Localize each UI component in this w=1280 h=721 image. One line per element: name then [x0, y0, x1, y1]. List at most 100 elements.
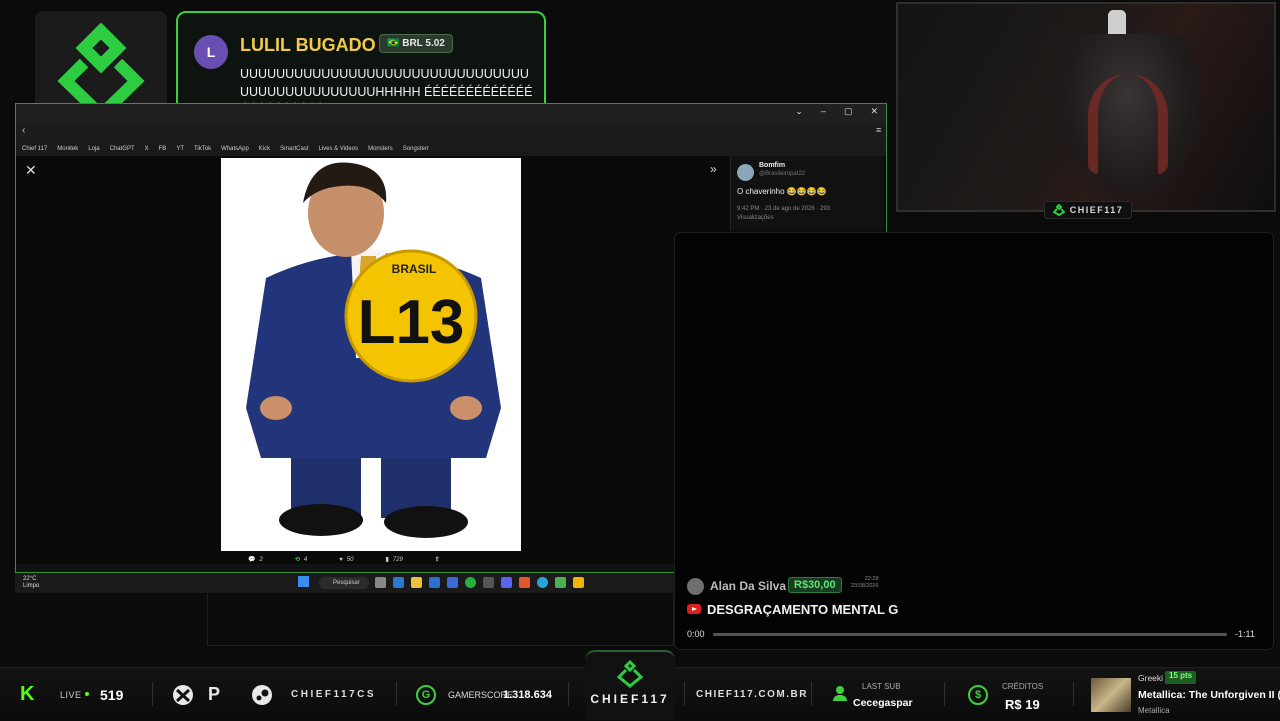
file-explorer-icon[interactable] [411, 577, 422, 588]
browser-titlebar: ⌄ – ▢ ✕ [16, 104, 886, 122]
song-title: Metallica: The Unforgiven II ( [1138, 689, 1280, 701]
share-button[interactable]: ⇧ [435, 556, 440, 563]
kick-icon: K [20, 683, 35, 705]
bookmark-item[interactable]: X [145, 146, 149, 152]
playback-position: 0:00 [687, 629, 705, 639]
brave-icon[interactable] [519, 577, 530, 588]
reply-icon: 💬 [248, 557, 256, 563]
minimize-icon[interactable]: – [821, 106, 826, 117]
playback-remaining: -1:11 [1235, 629, 1255, 639]
app-icon[interactable] [483, 577, 494, 588]
heart-icon: ♥ [339, 556, 343, 563]
bookmark-item[interactable]: SmartCast [280, 146, 308, 152]
menu-icon[interactable]: ≡ [876, 125, 881, 135]
steam-icon [251, 668, 273, 721]
bookmark-item[interactable]: YT [176, 146, 184, 152]
tweet-panel: Bomfim @Brasileiropat22 O chaverinho 😂😂😂… [730, 156, 884, 231]
divider [152, 682, 153, 706]
bookmark-item[interactable]: Lives & Videos [318, 146, 358, 152]
views-button[interactable]: ▮ 729 [385, 556, 402, 564]
user-icon [833, 686, 847, 702]
post-actions: 💬 2 ⟲ 4 ♥ 50 ▮ 729 ⇧ [248, 556, 440, 564]
close-icon[interactable]: ✕ [870, 106, 878, 117]
window-controls: ⌄ – ▢ ✕ [795, 106, 878, 117]
song-requester: Greeki [1138, 673, 1164, 683]
tweet-handle[interactable]: @Brasileiropat22 [759, 171, 805, 177]
chair-accent [1088, 74, 1168, 174]
last-sub-label: LAST SUB [862, 682, 901, 691]
app-icon[interactable] [393, 577, 404, 588]
superchat-amount: R$30,00 [788, 577, 842, 593]
repost-icon: ⟲ [294, 557, 300, 563]
chevron-down-icon[interactable]: ⌄ [795, 106, 803, 117]
playstation-icon: P [208, 684, 221, 704]
edge-icon[interactable] [537, 577, 548, 588]
windows-taskbar: 22°C Limpo Pesquisar [15, 573, 675, 593]
spotify-icon[interactable] [465, 577, 476, 588]
reply-count: 2 [259, 556, 263, 563]
browser-toolbar: ‹ ≡ [16, 122, 886, 142]
webcam-feed [896, 2, 1276, 212]
expand-icon[interactable]: » [710, 162, 717, 176]
donor-avatar: L [194, 35, 228, 69]
bookmark-item[interactable]: Monsters [368, 146, 393, 152]
avatar[interactable] [737, 164, 754, 181]
app-icon[interactable] [429, 577, 440, 588]
viewer-count: 519 [100, 686, 124, 703]
app-icon[interactable] [447, 577, 458, 588]
windows-start-icon[interactable] [298, 576, 309, 587]
frame-border [207, 594, 674, 646]
playback-progress-bar[interactable] [713, 633, 1227, 636]
superchat-message: DESGRAÇAMENTO MENTAL G [707, 602, 899, 617]
webcam-tag: CHIEF117 [1044, 201, 1132, 219]
website-label: CHIEF117.COM.BR [696, 689, 808, 700]
song-artist: Metallica [1138, 706, 1170, 715]
task-view-icon[interactable] [375, 577, 386, 588]
badge-number: L13 [358, 288, 465, 357]
divider [944, 682, 945, 706]
weather-widget[interactable]: 22°C Limpo [23, 576, 39, 590]
back-icon[interactable]: ‹ [22, 125, 25, 136]
weather-condition: Limpo [23, 583, 40, 589]
divider [396, 682, 397, 706]
divider [568, 682, 569, 706]
folder-icon[interactable] [573, 577, 584, 588]
bookmark-item[interactable]: Monitek [57, 146, 78, 152]
bookmark-item[interactable]: Loja [88, 146, 99, 152]
taskbar-search[interactable]: Pesquisar [319, 577, 369, 589]
reply-button[interactable]: 💬 2 [248, 556, 263, 564]
like-count: 50 [346, 556, 354, 563]
chief-logo-icon [616, 660, 644, 688]
superchat-name: Alan Da Silva [710, 579, 787, 593]
divider [811, 682, 812, 706]
bookmark-item[interactable]: Songsterr [403, 146, 429, 152]
bookmark-item[interactable]: Chief 117 [22, 146, 47, 152]
taskbar-apps [375, 577, 584, 588]
credits-label: CRÉDITOS [1002, 682, 1044, 691]
repost-count: 4 [303, 556, 308, 563]
bookmark-item[interactable]: FB [159, 146, 167, 152]
bookmark-item[interactable]: TikTok [194, 146, 211, 152]
tweet-author[interactable]: Bomfim [759, 162, 785, 169]
bookmark-item[interactable]: ChatGPT [110, 146, 135, 152]
app-icon[interactable] [555, 577, 566, 588]
divider [1073, 682, 1074, 706]
post-image[interactable]: BRASIL L13 [221, 158, 521, 551]
video-overlay: Alan Da Silva R$30,00 22:28 23/08/2026 D… [674, 232, 1274, 650]
bookmark-item[interactable]: WhatsApp [221, 146, 249, 152]
repost-button[interactable]: ⟲ 4 [294, 556, 308, 564]
chief-logo-icon [1052, 204, 1065, 216]
superchat-date: 23/08/2026 [851, 583, 879, 589]
close-icon[interactable]: ✕ [25, 162, 37, 179]
brand-name: CHIEF117 [590, 692, 670, 706]
donation-amount-value: BRL 5.02 [402, 38, 445, 49]
caricature-illustration: BRASIL L13 [246, 162, 501, 538]
badge-text: BRASIL [392, 262, 437, 276]
discord-icon[interactable] [501, 577, 512, 588]
like-button[interactable]: ♥ 50 [339, 556, 353, 563]
gamerscore-value: 1.318.634 [503, 688, 552, 701]
youtube-icon [687, 604, 701, 614]
bookmark-item[interactable]: Kick [259, 146, 270, 152]
maximize-icon[interactable]: ▢ [844, 106, 853, 117]
album-art [1091, 678, 1131, 712]
